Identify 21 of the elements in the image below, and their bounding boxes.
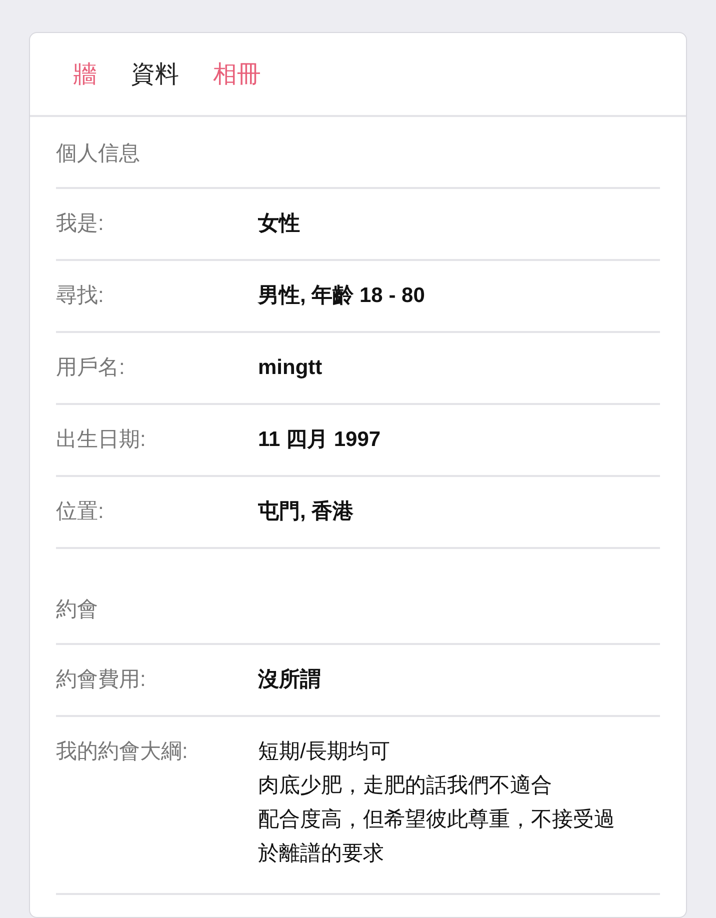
field-value: 沒所謂 bbox=[258, 667, 321, 693]
field-label: 位置: bbox=[56, 499, 105, 525]
tab[interactable]: 牆 bbox=[73, 58, 97, 90]
field-value: 短期/長期均可 bbox=[258, 739, 391, 765]
field-label: 用戶名: bbox=[56, 355, 126, 381]
field-label: 我是: bbox=[56, 211, 105, 237]
field-value: 配合度高，但希望彼此尊重，不接受過於離譜的要求 bbox=[258, 807, 616, 867]
tab[interactable]: 相冊 bbox=[213, 58, 261, 90]
field-value: 11 四月 1997 bbox=[258, 427, 381, 453]
field-label: 尋找: bbox=[56, 283, 105, 309]
section-title: 約會 bbox=[56, 549, 660, 645]
field-value: 屯門, 香港 bbox=[258, 499, 354, 525]
field-label: 我的約會大綱: bbox=[56, 739, 189, 765]
field-label: 約會費用: bbox=[56, 667, 147, 693]
field-value: 肉底少肥，走肥的話我們不適合 bbox=[258, 773, 553, 799]
field-value: 男性, 年齡 18 - 80 bbox=[258, 283, 425, 309]
tab[interactable]: 資料 bbox=[131, 58, 179, 90]
field-value: 女性 bbox=[258, 211, 300, 237]
field-label: 出生日期: bbox=[56, 427, 147, 453]
field-value: mingtt bbox=[258, 355, 322, 381]
section-title: 個人信息 bbox=[56, 117, 660, 189]
